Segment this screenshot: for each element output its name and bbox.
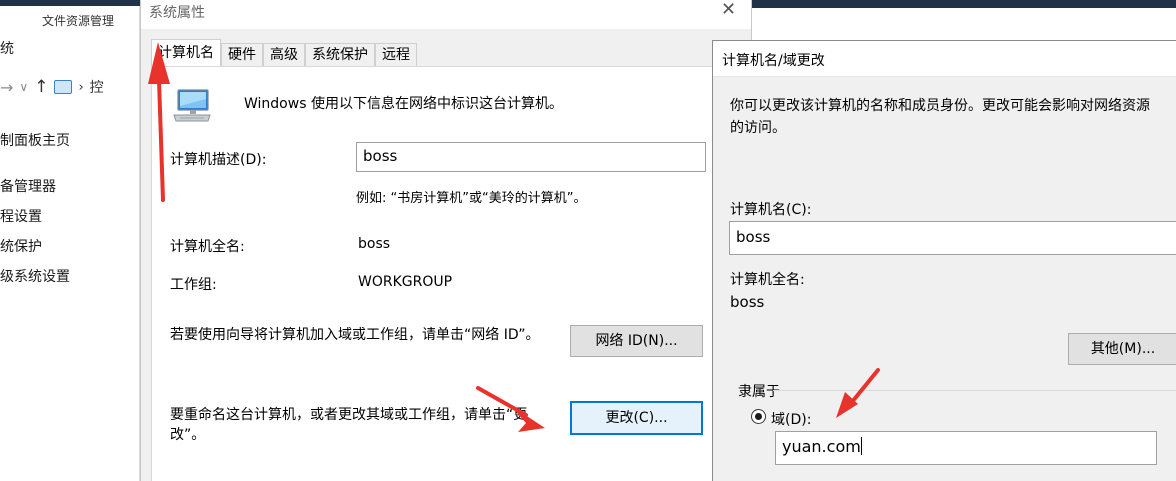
groupbox-border [773, 390, 1176, 391]
breadcrumb-separator-icon: › [78, 79, 84, 95]
window-title: 统 [0, 41, 14, 57]
dialog-description: 你可以更改该计算机的名称和成员身份。更改可能会影响对网络资源 的访问。 [730, 95, 1150, 139]
text-cursor [860, 437, 862, 455]
description-line-1: 你可以更改该计算机的名称和成员身份。更改可能会影响对网络资源 [730, 98, 1150, 114]
domain-radio-button[interactable] [751, 409, 766, 424]
explorer-tab-title[interactable]: 文件资源管理 [42, 12, 114, 29]
computer-name-input[interactable]: boss [729, 221, 1176, 255]
change-button[interactable]: 更改(C)... [570, 401, 703, 435]
network-id-button[interactable]: 网络 ID(N)... [570, 325, 703, 357]
description-example-text: 例如: “书房计算机”或“美玲的计算机”。 [356, 191, 587, 206]
link-advanced-system-settings[interactable]: 级系统设置 [0, 266, 70, 286]
workgroup-label: 工作组: [170, 277, 217, 293]
breadcrumb-item[interactable]: 控 [90, 77, 104, 97]
tab-advanced[interactable]: 高级 [263, 43, 305, 67]
computer-icon [173, 89, 211, 122]
tab-computer-name[interactable]: 计算机名 [151, 39, 221, 67]
domain-input-value: yuan.com [782, 437, 861, 456]
computer-description-input[interactable]: boss [356, 142, 706, 172]
navigation-bar: → ∨ ↑ › 控 [0, 76, 104, 98]
forward-arrow-icon[interactable]: → [0, 78, 13, 97]
network-id-instructions: 若要使用向导将计算机加入域或工作组，请单击“网络 ID”。 [170, 327, 540, 343]
dialog-title: 计算机名/域更改 [722, 53, 825, 69]
link-control-panel-home[interactable]: 制面板主页 [0, 130, 70, 150]
domain-input[interactable]: yuan.com [775, 431, 1157, 465]
close-icon[interactable]: ✕ [721, 0, 736, 20]
link-system-protection[interactable]: 统保护 [0, 236, 42, 256]
dialog-title: 系统属性 [149, 5, 205, 21]
tab-hardware[interactable]: 硬件 [221, 43, 263, 67]
rename-instructions: 要重命名这台计算机，或者更改其域或工作组，请单击“更改”。 [170, 407, 528, 443]
computer-description-label: 计算机描述(D): [170, 152, 267, 168]
title-bar: 系统属性 ✕ [141, 0, 751, 29]
tab-remote[interactable]: 远程 [375, 43, 417, 67]
domain-radio-label[interactable]: 域(D): [771, 409, 811, 429]
this-pc-icon [54, 80, 73, 94]
computer-name-label: 计算机名(C): [730, 202, 812, 218]
full-computer-name-value: boss [358, 236, 391, 252]
computer-name-domain-changes-dialog: 计算机名/域更改 你可以更改该计算机的名称和成员身份。更改可能会影响对网络资源 … [712, 40, 1176, 481]
member-of-groupbox-label: 隶属于 [738, 384, 780, 400]
description-line-2: 的访问。 [730, 120, 786, 136]
up-arrow-icon[interactable]: ↑ [34, 77, 48, 97]
workgroup-value: WORKGROUP [358, 274, 453, 290]
tab-system-protection[interactable]: 系统保护 [305, 43, 375, 67]
more-button[interactable]: 其他(M)... [1068, 333, 1176, 365]
computer-name-tab-panel: Windows 使用以下信息在网络中标识这台计算机。 计算机描述(D): bos… [151, 66, 716, 481]
link-remote-settings[interactable]: 程设置 [0, 206, 42, 226]
title-bar: 计算机名/域更改 [713, 41, 1176, 77]
full-computer-name-label: 计算机全名: [170, 239, 245, 255]
link-device-manager[interactable]: 备管理器 [0, 176, 56, 196]
full-computer-name-value: boss [730, 293, 765, 311]
chevron-down-icon[interactable]: ∨ [19, 80, 28, 94]
intro-text: Windows 使用以下信息在网络中标识这台计算机。 [244, 96, 563, 112]
tab-strip: 计算机名 硬件 高级 系统保护 远程 [151, 39, 417, 67]
background-control-panel-window: 文件资源管理 统 → ∨ ↑ › 控 制面板主页 备管理器 程设置 统保护 级系… [0, 6, 140, 481]
system-properties-dialog: 系统属性 ✕ 计算机名 硬件 高级 系统保护 远程 Windows 使用以下信息… [140, 0, 752, 481]
full-computer-name-label: 计算机全名: [730, 272, 805, 288]
